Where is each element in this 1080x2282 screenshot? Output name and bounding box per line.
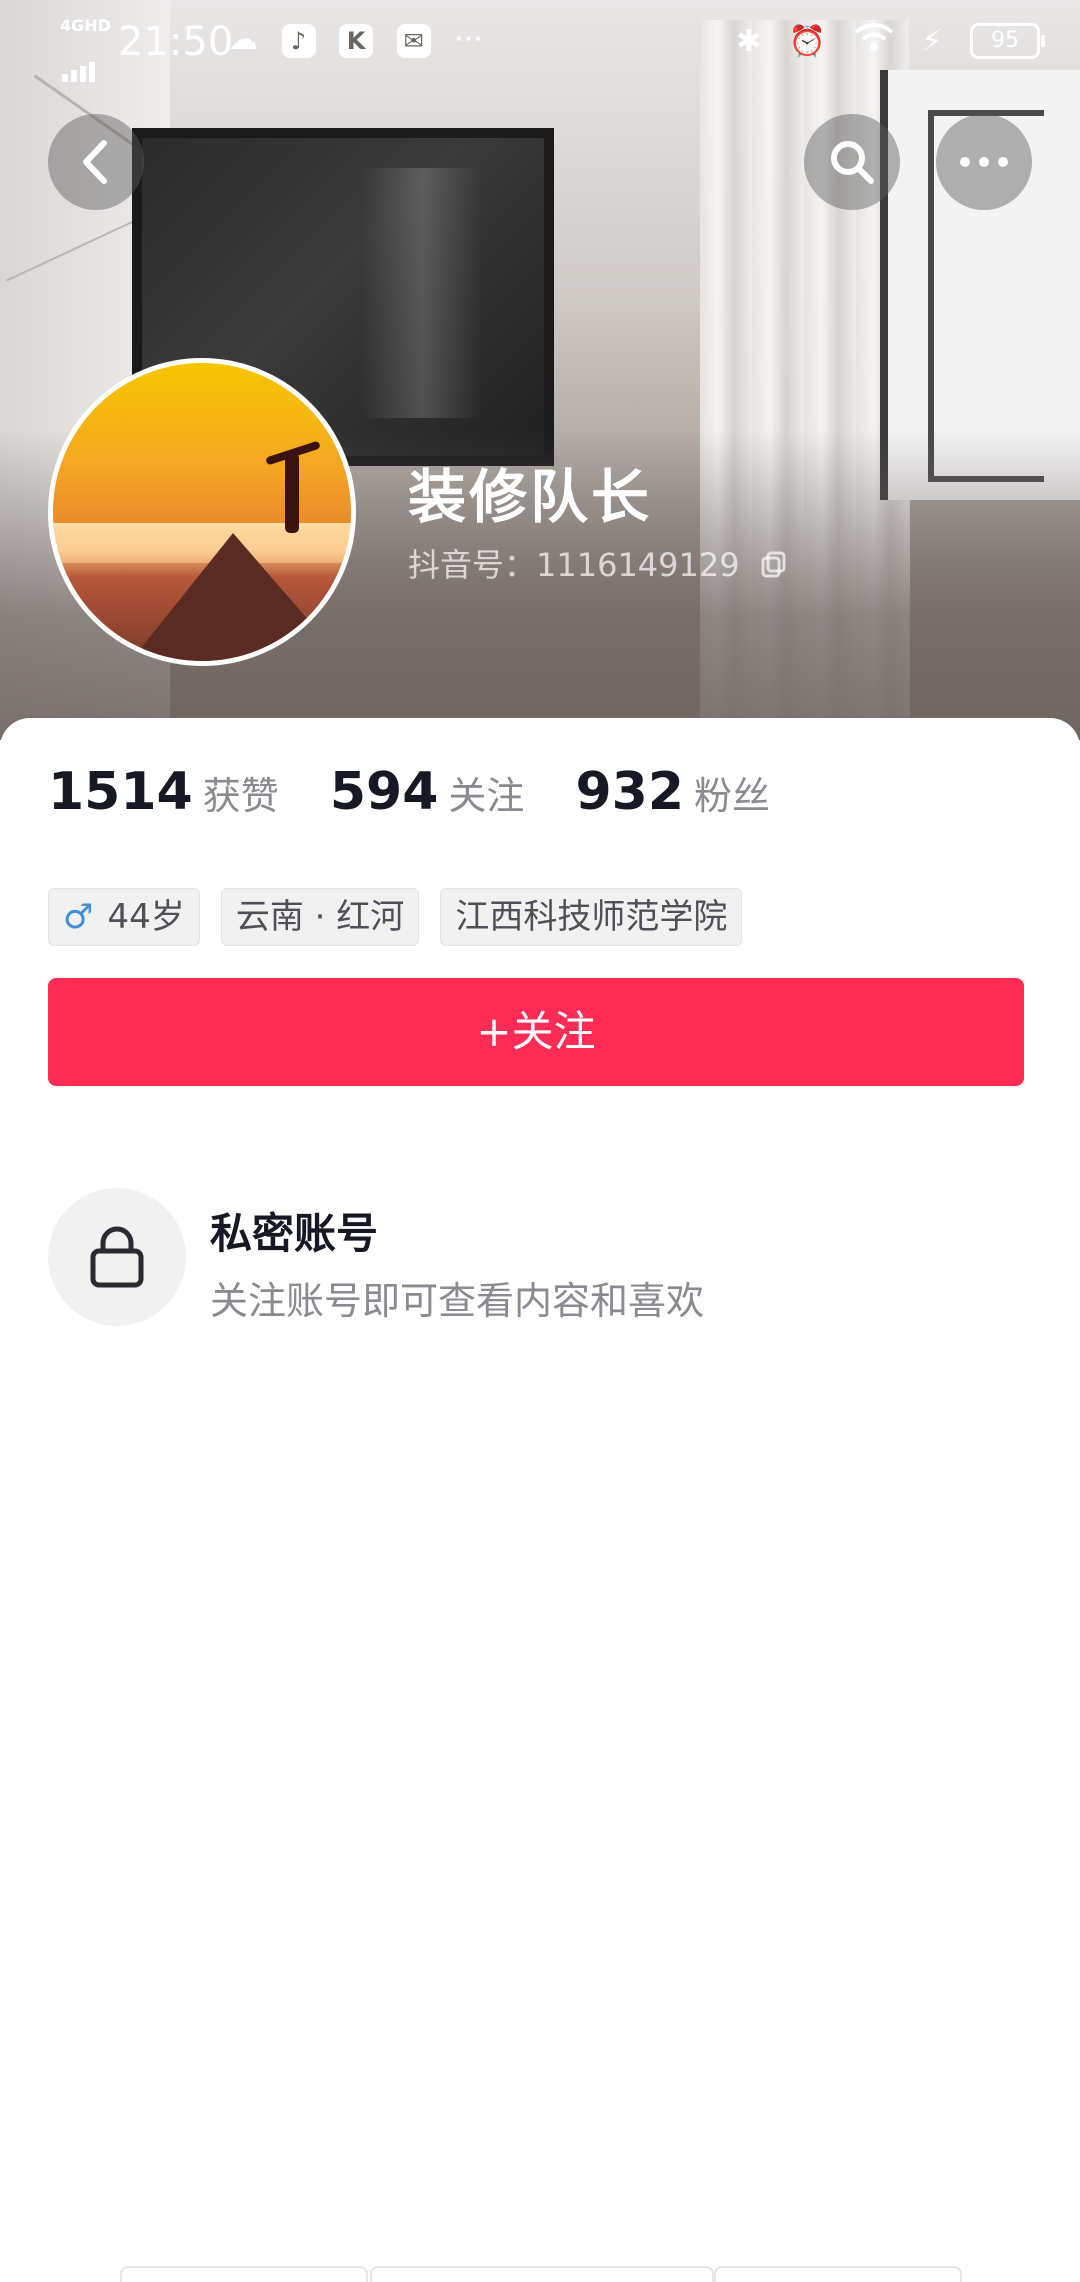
tag-age: 44岁 — [107, 897, 185, 937]
stat-label: 粉丝 — [694, 774, 771, 818]
alarm-icon: ⏰ — [788, 23, 827, 59]
bottom-tab-stubs — [0, 2266, 1080, 2282]
douyin-id: 抖音号：1116149129 — [408, 546, 740, 584]
stat-likes[interactable]: 1514 获赞 — [48, 762, 279, 822]
wifi-icon — [854, 22, 894, 60]
back-icon — [83, 140, 107, 184]
more-notifications-icon: ··· — [454, 22, 483, 57]
avatar[interactable] — [48, 358, 356, 666]
weather-cloud-icon: ☁ — [228, 22, 258, 57]
stat-following[interactable]: 594 关注 — [330, 762, 525, 822]
search-button[interactable] — [804, 114, 900, 210]
notification-icons: ☁ ♪ K ✉ ··· — [228, 22, 497, 58]
private-description: 关注账号即可查看内容和喜欢 — [210, 1279, 705, 1323]
search-icon — [831, 141, 874, 184]
lock-badge — [48, 1188, 186, 1326]
douyin-id-row[interactable]: 抖音号：1116149129 — [408, 540, 788, 586]
k-app-icon: K — [339, 24, 374, 58]
stat-value: 1514 — [48, 762, 193, 822]
system-icons: ✱ ⏰ ⚡ 95 — [718, 22, 1045, 60]
bluetooth-icon: ✱ — [736, 23, 762, 59]
profile-name: 装修队长 — [408, 463, 653, 531]
charging-icon: ⚡ — [921, 23, 943, 59]
tag-gender-age: ♂ 44岁 — [48, 888, 200, 946]
stat-value: 932 — [575, 762, 685, 822]
more-button[interactable] — [936, 114, 1032, 210]
stat-value: 594 — [329, 762, 439, 822]
tag-school: 江西科技师范学院 — [440, 888, 743, 946]
male-icon: ♂ — [63, 897, 94, 937]
tag-location: 云南 · 红河 — [220, 888, 420, 946]
clock: 21:50 — [118, 19, 234, 65]
private-title: 私密账号 — [210, 1209, 379, 1258]
profile-tags: ♂ 44岁 云南 · 红河 江西科技师范学院 — [48, 888, 758, 946]
lock-icon — [90, 1226, 144, 1288]
tiktok-icon: ♪ — [281, 24, 316, 58]
stat-label: 获赞 — [202, 774, 279, 818]
profile-card: 1514 获赞 594 关注 932 粉丝 ♂ 44岁 云南 · 红河 江西科技师范学院… — [0, 718, 1080, 2280]
stat-label: 关注 — [448, 774, 525, 818]
private-account-notice: 私密账号 关注账号即可查看内容和喜欢 — [48, 1188, 1032, 1328]
stat-followers[interactable]: 932 粉丝 — [576, 762, 771, 822]
copy-icon[interactable] — [760, 548, 788, 586]
mail-app-icon: ✉ — [396, 24, 431, 58]
status-bar: 4GHD 21:50 ☁ ♪ K ✉ ··· ✱ ⏰ ⚡ 95 — [0, 0, 1080, 84]
network-type: 4GHD — [60, 16, 111, 35]
stats-row: 1514 获赞 594 关注 932 粉丝 — [48, 762, 816, 822]
battery-icon: 95 — [970, 23, 1045, 59]
follow-button[interactable]: +关注 — [48, 978, 1024, 1086]
back-button[interactable] — [48, 114, 144, 210]
signal-icon — [62, 36, 98, 82]
more-icon — [960, 157, 1008, 167]
